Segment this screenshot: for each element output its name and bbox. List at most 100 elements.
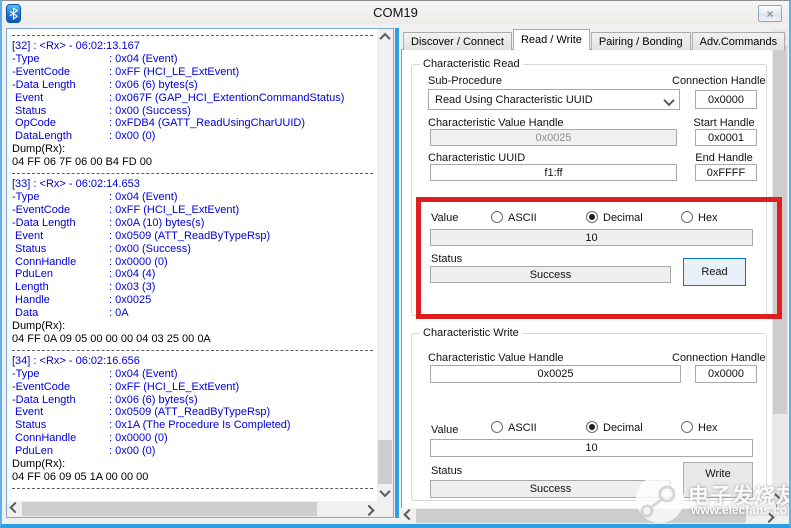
characteristic-read-group-title: Characteristic Read	[420, 58, 523, 70]
log-field-label: -Type	[12, 190, 40, 203]
scroll-left-arrow-icon[interactable]	[401, 508, 417, 524]
scroll-down-arrow-icon[interactable]	[772, 488, 788, 504]
log-field-value: : 0x0509 (ATT_ReadByTypeRsp)	[109, 406, 271, 419]
log-field-value: : 0x067F (GAP_HCI_ExtentionCommandStatus…	[109, 91, 345, 104]
write-hex-radio[interactable]	[681, 421, 693, 433]
right-vertical-scrollbar[interactable]	[772, 29, 788, 504]
titlebar: COM19 ×	[2, 1, 789, 24]
app-window: COM19 × [32] : <Rx> - 06:02:13.167 -Type:…	[0, 0, 791, 528]
log-field-row: -Data Length: 0x06 (6) bytes(s)	[12, 79, 375, 92]
write-value-label: Value	[431, 424, 459, 436]
read-connection-handle-field[interactable]: 0x0000	[695, 90, 757, 109]
log-field-value: : 0x04 (4)	[109, 268, 156, 281]
sub-procedure-value: Read Using Characteristic UUID	[435, 93, 593, 106]
log-dump-label: Dump(Rx):	[12, 458, 66, 471]
tab-pairing-bonding[interactable]: Pairing / Bonding	[590, 32, 691, 50]
log-dump-label: Dump(Rx):	[12, 143, 66, 156]
log-separator	[12, 173, 373, 175]
right-vscroll-thumb[interactable]	[773, 46, 787, 414]
sub-procedure-dropdown[interactable]: Read Using Characteristic UUID	[428, 89, 680, 110]
log-dump-label: Dump(Rx):	[12, 320, 66, 333]
log-vertical-scrollbar[interactable]	[377, 29, 393, 501]
log-field-row: DataLength: 0x00 (0)	[12, 130, 375, 143]
log-field-value: : 0xFF (HCI_LE_ExtEvent)	[109, 203, 240, 216]
log-field-value: : 0x00 (Success)	[109, 104, 191, 117]
log-field-label: Event	[12, 229, 44, 242]
scroll-left-arrow-icon[interactable]	[7, 501, 23, 517]
log-field-label: Handle	[12, 294, 50, 307]
write-status-label: Status	[431, 465, 463, 477]
log-field-value: : 0x03 (3)	[109, 281, 156, 294]
scroll-up-arrow-icon[interactable]	[377, 29, 393, 45]
write-button[interactable]: Write	[683, 462, 753, 498]
char-uuid-field[interactable]: f1:ff	[430, 164, 677, 181]
log-separator	[12, 349, 373, 351]
read-ascii-radio-label: ASCII	[508, 212, 537, 224]
write-char-value-handle-field[interactable]: 0x0025	[430, 365, 681, 383]
tab-strip: Discover / Connect Read / Write Pairing …	[403, 29, 786, 50]
log-field-value: : 0x04 (Event)	[109, 190, 178, 203]
log-field-row: Event: 0x0509 (ATT_ReadByTypeRsp)	[12, 230, 375, 243]
log-field-row: Status: 0x1A (The Procedure Is Completed…	[12, 419, 375, 432]
log-field-value: : 0x0000 (0)	[109, 255, 168, 268]
read-connection-handle-label: Connection Handle	[672, 75, 766, 87]
log-field-row: -EventCode : 0xFF (HCI_LE_ExtEvent)	[12, 204, 375, 217]
log-field-label: -Data Length	[12, 393, 76, 406]
log-dump-bytes: 04 FF 0A 09 05 00 00 00 04 03 25 00 0A	[12, 332, 211, 345]
tab-discover-connect[interactable]: Discover / Connect	[403, 32, 512, 50]
log-field-label: Length	[12, 281, 49, 294]
write-value-field[interactable]: 10	[430, 439, 753, 457]
window-title: COM19	[373, 5, 418, 20]
chevron-down-icon	[663, 94, 675, 107]
right-horizontal-scrollbar[interactable]	[401, 508, 777, 524]
characteristic-write-group-title: Characteristic Write	[420, 327, 522, 339]
log-field-value: : 0x06 (6) bytes(s)	[109, 78, 198, 91]
read-decimal-radio[interactable]	[586, 211, 598, 223]
log-dump-bytes: 04 FF 06 09 05 1A 00 00 00	[12, 471, 149, 483]
log-field-label: -EventCode	[12, 65, 71, 78]
close-icon: ×	[766, 6, 774, 21]
log-field-value: : 0A	[109, 307, 129, 320]
read-hex-radio[interactable]	[681, 211, 693, 223]
scrollbar-corner	[377, 501, 393, 517]
log-field-label: -EventCode	[12, 203, 71, 216]
log-field-value: : 0x06 (6) bytes(s)	[109, 393, 198, 406]
read-ascii-radio[interactable]	[491, 211, 503, 223]
write-ascii-radio[interactable]	[491, 421, 503, 433]
log-field-label: OpCode	[12, 117, 57, 130]
write-status-field: Success	[430, 480, 671, 498]
log-field-value: : 0x00 (0)	[109, 130, 156, 143]
log-horizontal-scrollbar[interactable]	[7, 501, 377, 517]
char-uuid-label: Characteristic UUID	[428, 152, 526, 164]
log-field-value: : 0x04 (Event)	[109, 367, 178, 380]
read-button[interactable]: Read	[683, 258, 746, 286]
log-field-row: -EventCode: 0xFF (HCI_LE_ExtEvent)	[12, 66, 375, 79]
read-hex-radio-label: Hex	[698, 212, 718, 224]
log-field-row: Status: 0x00 (Success)	[12, 243, 375, 256]
log-field-row: OpCode : 0xFDB4 (GATT_ReadUsingCharUUID)	[12, 117, 375, 130]
log-field-value: : 0xFF (HCI_LE_ExtEvent)	[109, 380, 240, 393]
log-separator	[12, 35, 373, 36]
tab-adv-commands[interactable]: Adv.Commands	[691, 32, 786, 50]
log-vscroll-thumb[interactable]	[378, 440, 392, 484]
log-hscroll-thumb[interactable]	[22, 502, 317, 516]
end-handle-field[interactable]: 0xFFFF	[695, 164, 757, 181]
write-connection-handle-field[interactable]: 0x0000	[695, 365, 757, 383]
log-field-value: : 0xFDB4 (GATT_ReadUsingCharUUID)	[109, 117, 306, 130]
read-status-label: Status	[431, 253, 463, 265]
scroll-down-arrow-icon[interactable]	[377, 485, 393, 501]
log-field-value: : 0x0A (10) bytes(s)	[109, 216, 205, 229]
log-field-label: Data	[12, 307, 39, 320]
tab-read-write[interactable]: Read / Write	[512, 29, 590, 50]
scroll-right-arrow-icon[interactable]	[361, 501, 377, 517]
log-field-row: ConnHandle: 0x0000 (0)	[12, 256, 375, 269]
end-handle-label: End Handle	[695, 152, 753, 164]
start-handle-field[interactable]: 0x0001	[695, 129, 757, 146]
log-dump-bytes: 04 FF 06 7F 06 00 B4 FD 00	[12, 156, 153, 169]
close-button[interactable]: ×	[758, 5, 782, 22]
right-hscroll-thumb[interactable]	[416, 509, 746, 523]
log-field-label: Event	[12, 406, 44, 419]
scroll-right-arrow-icon[interactable]	[761, 508, 777, 524]
panel-splitter[interactable]	[395, 28, 399, 518]
write-decimal-radio[interactable]	[586, 421, 598, 433]
